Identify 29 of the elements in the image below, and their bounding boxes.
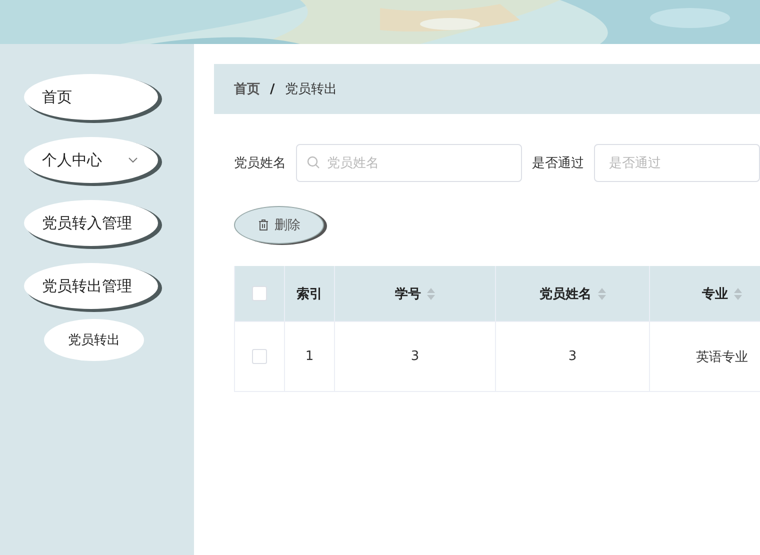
input-field[interactable]: 党员姓名	[296, 144, 522, 182]
search-icon	[307, 156, 320, 169]
breadcrumb-item: 党员转出	[284, 81, 337, 98]
table-cell-text: 英语专业	[696, 348, 748, 366]
delete-button[interactable]: 删除	[234, 206, 324, 244]
column-header[interactable]: 学号	[335, 266, 496, 321]
breadcrumb-item[interactable]: 首页	[234, 80, 260, 98]
checkbox[interactable]	[252, 286, 267, 301]
input-field[interactable]: 是否通过	[594, 144, 760, 182]
table-cell: 1	[305, 349, 314, 364]
breadcrumb-separator: /	[270, 82, 275, 96]
menu-item[interactable]: 首页	[24, 74, 158, 120]
menu-item[interactable]: 党员转出管理	[24, 263, 158, 309]
sort-icon[interactable]	[734, 288, 742, 300]
table-cell: 3	[410, 349, 420, 364]
menu-item[interactable]: 党员转入管理	[24, 200, 158, 246]
sort-icon[interactable]	[598, 288, 606, 300]
column-header[interactable]: 党员姓名	[496, 266, 650, 321]
menu-item[interactable]: 个人中心	[24, 137, 158, 183]
submenu-item[interactable]: 党员转出	[44, 319, 144, 361]
checkbox[interactable]	[252, 349, 267, 364]
sort-icon[interactable]	[427, 288, 435, 300]
trash-icon	[258, 219, 268, 231]
chevron-down-icon	[128, 157, 138, 163]
filter-label: 是否通过	[532, 155, 584, 172]
filter-label: 党员姓名	[234, 155, 286, 172]
column-header: 索引	[285, 266, 335, 321]
column-header[interactable]: 专业	[650, 266, 760, 321]
table-cell: 3	[568, 349, 577, 364]
